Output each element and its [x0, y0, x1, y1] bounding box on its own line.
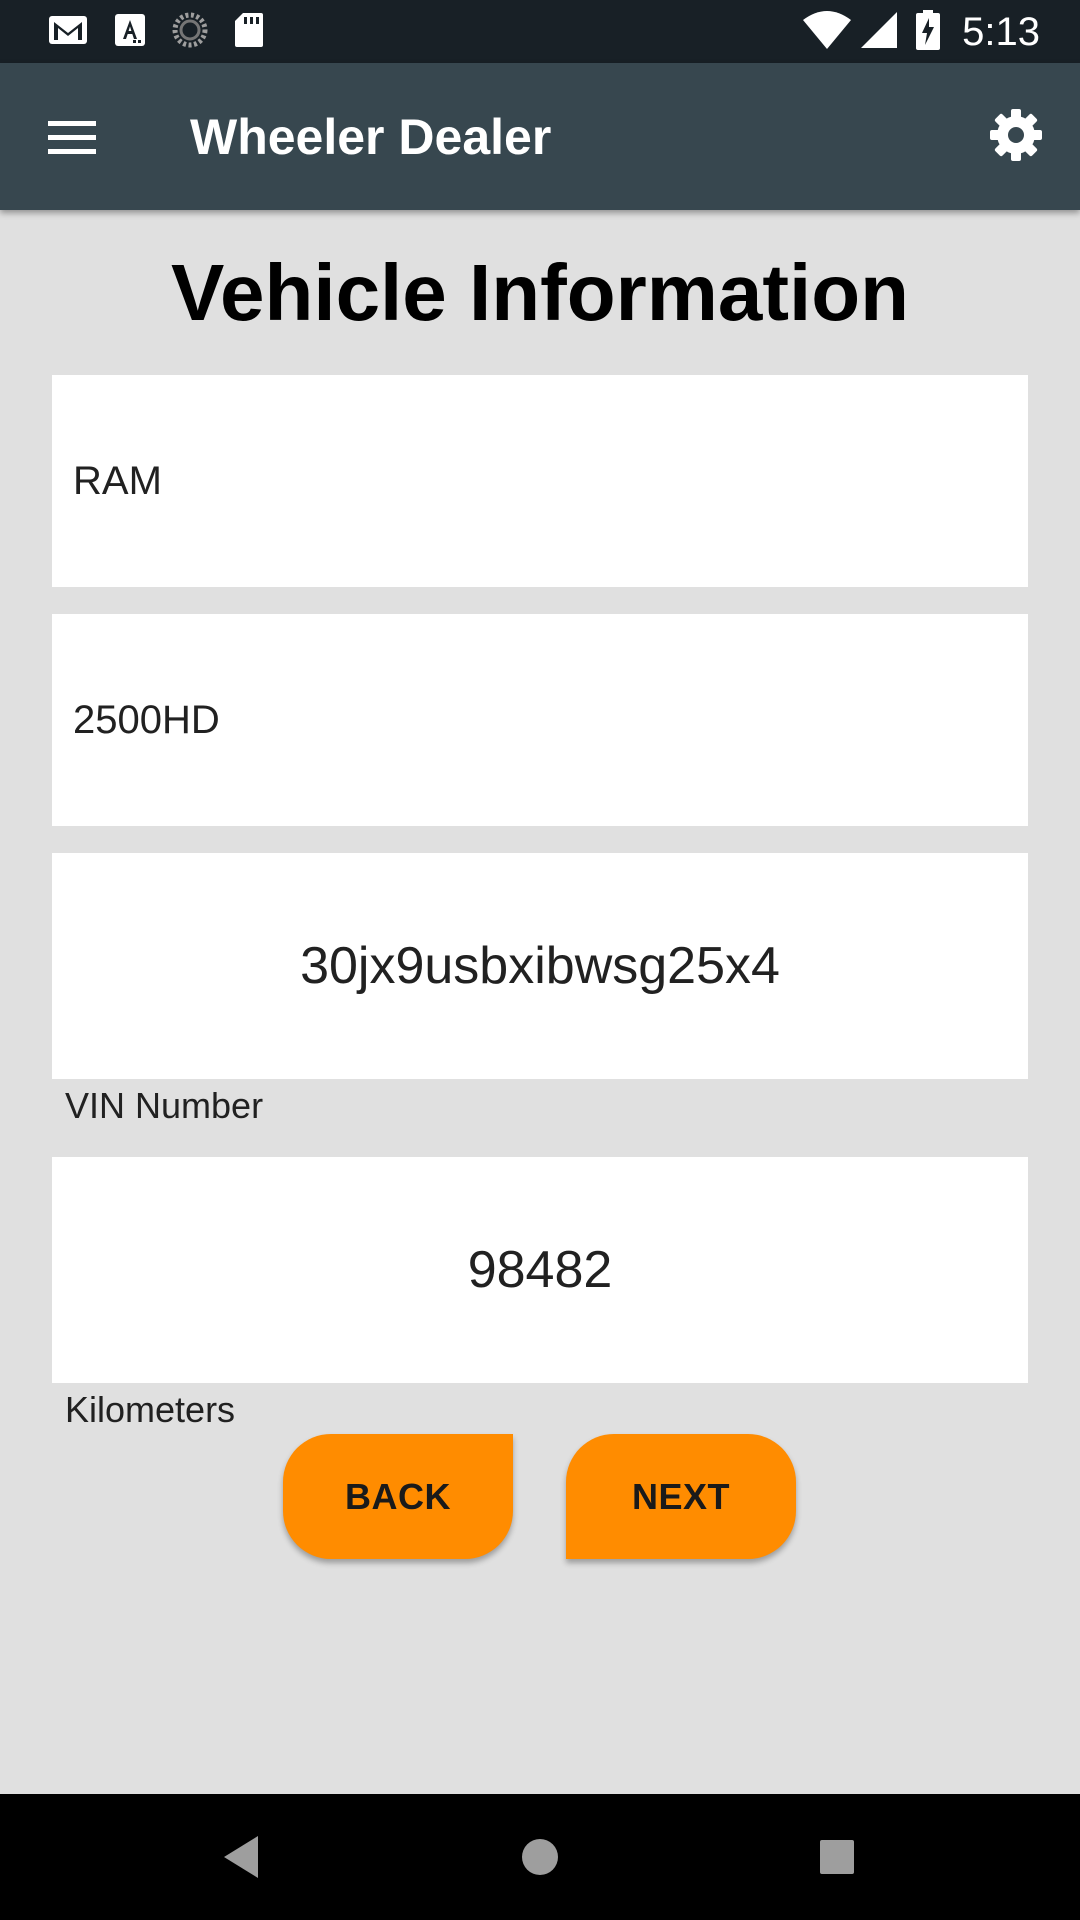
- clock: 5:13: [962, 10, 1040, 54]
- hamburger-menu-icon[interactable]: [44, 109, 100, 165]
- page-title: Vehicle Information: [171, 248, 909, 337]
- navigation-bar: [0, 1794, 1080, 1920]
- battery-charging-icon: [916, 9, 941, 55]
- kilometers-label: Kilometers: [65, 1389, 236, 1430]
- font-a-icon: [114, 13, 146, 52]
- model-field[interactable]: [52, 614, 1028, 826]
- wifi-icon: [802, 10, 852, 55]
- sd-card-icon: [234, 12, 264, 53]
- recents-square-icon[interactable]: [810, 1830, 864, 1884]
- gmail-icon: [48, 14, 88, 51]
- next-button[interactable]: NEXT: [566, 1434, 796, 1559]
- cell-signal-icon: [860, 11, 898, 54]
- vin-field[interactable]: [52, 853, 1028, 1079]
- back-button[interactable]: BACK: [283, 1434, 513, 1559]
- kilometers-field[interactable]: [52, 1157, 1028, 1383]
- home-circle-icon[interactable]: [513, 1830, 567, 1884]
- make-field[interactable]: [52, 375, 1028, 587]
- vin-label: VIN Number: [65, 1085, 264, 1126]
- gear-icon[interactable]: [986, 105, 1046, 165]
- status-bar: 5:13: [0, 0, 1080, 63]
- sync-progress-icon: [172, 12, 208, 53]
- app-title: Wheeler Dealer: [190, 109, 552, 165]
- app-bar: Wheeler Dealer: [0, 63, 1080, 210]
- back-triangle-icon[interactable]: [214, 1830, 268, 1884]
